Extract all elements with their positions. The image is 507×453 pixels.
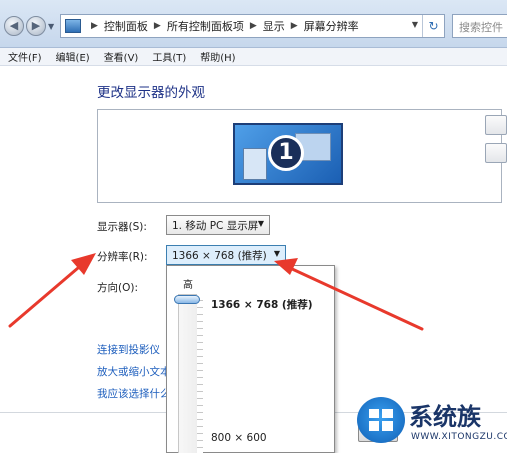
link-text-size[interactable]: 放大或缩小文本 [97,364,171,379]
high-label: 高 [183,280,193,291]
resolution-slider-thumb[interactable] [174,295,200,304]
menu-tools[interactable]: 工具(T) [152,49,186,64]
chevron-right-icon[interactable]: ▶ [291,21,298,31]
menu-help[interactable]: 帮助(H) [200,49,235,64]
gadget-tile [243,148,267,180]
option-800x600[interactable]: 800 × 600 [211,432,267,444]
chevron-right-icon[interactable]: ▶ [154,21,161,31]
display-label: 显示器(S): [97,221,147,233]
back-arrow-icon: ◀ [9,19,19,32]
link-which-settings[interactable]: 我应该选择什么 [97,386,171,401]
refresh-icon: ↻ [428,19,439,33]
link-connect-projector[interactable]: 连接到投影仪（ [97,342,171,357]
breadcrumb-display[interactable]: 显示 [263,18,285,34]
control-panel-icon [65,19,81,33]
watermark-text: 系统族 [409,403,481,431]
arrow-left-head [71,253,96,275]
option-1366x768[interactable]: 1366 × 768 (推荐) [211,297,313,312]
refresh-button[interactable]: ↻ [422,15,444,37]
windows-icon [369,409,393,431]
detect-button[interactable] [485,115,507,135]
arrow-left-shaft [8,260,87,328]
slider-ticks [197,294,203,453]
address-bar: ◀ ▶ ▼ ▶ 控制面板 ▶ 所有控制面板项 ▶ 显示 ▶ 屏幕分辨率 ▼ ↻ … [0,0,507,48]
resolution-select[interactable]: 1366 × 768 (推荐) ▼ [166,245,286,265]
watermark: 系统族 WWW.XITONGZU.COM [357,395,507,453]
menu-edit[interactable]: 编辑(E) [56,49,90,64]
breadcrumb[interactable]: ▶ 控制面板 ▶ 所有控制面板项 ▶ 显示 ▶ 屏幕分辨率 ▼ ↻ [60,14,445,38]
chevron-down-icon: ▼ [257,219,264,228]
chevron-down-icon: ▼ [273,249,280,258]
forward-arrow-icon: ▶ [31,19,41,32]
display-select-value: 1. 移动 PC 显示屏 [172,219,259,232]
orientation-label: 方向(O): [97,282,138,294]
breadcrumb-control-panel[interactable]: 控制面板 [104,18,148,34]
monitor-number: 1 [268,135,304,171]
display-select[interactable]: 1. 移动 PC 显示屏 ▼ [166,215,270,235]
menu-file[interactable]: 文件(F) [8,49,42,64]
back-button[interactable]: ◀ [4,16,24,36]
identify-button[interactable] [485,143,507,163]
monitor-icon[interactable]: 1 [233,123,343,185]
chevron-right-icon[interactable]: ▶ [250,21,257,31]
search-input[interactable]: 搜索控件 [452,14,507,38]
watermark-url: WWW.XITONGZU.COM [411,432,507,442]
page-title: 更改显示器的外观 [97,85,205,101]
resolution-select-value: 1366 × 768 (推荐) [172,249,267,262]
menu-view[interactable]: 查看(V) [104,49,139,64]
display-preview: 1 [97,109,502,203]
breadcrumb-screen-resolution[interactable]: 屏幕分辨率 [304,18,359,34]
forward-button[interactable]: ▶ [26,16,46,36]
windows-logo [357,397,405,443]
history-dropdown-icon[interactable]: ▼ [48,22,54,31]
resolution-label: 分辨率(R): [97,251,148,263]
menu-bar: 文件(F) 编辑(E) 查看(V) 工具(T) 帮助(H) [0,48,507,66]
resolution-dropdown: 高 1366 × 768 (推荐) 800 × 600 [166,265,335,453]
chevron-right-icon[interactable]: ▶ [91,21,98,31]
chevron-down-icon[interactable]: ▼ [412,20,418,29]
breadcrumb-all-items[interactable]: 所有控制面板项 [167,18,244,34]
